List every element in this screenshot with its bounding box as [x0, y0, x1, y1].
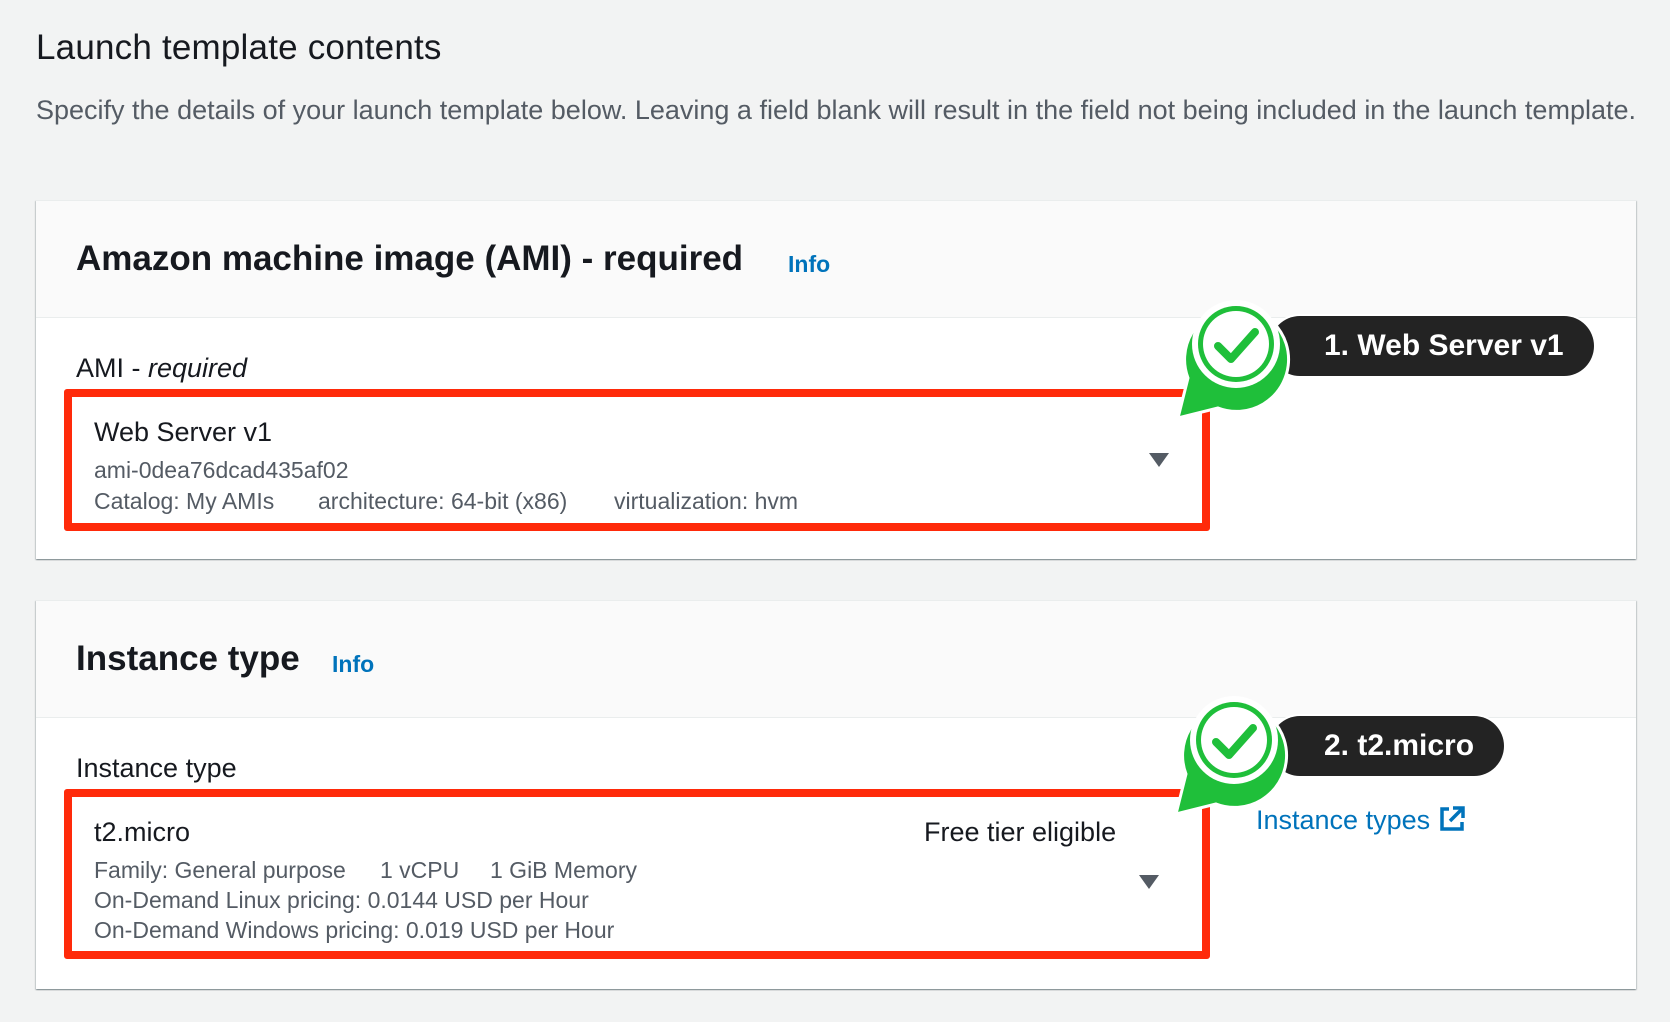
- linux-pricing: On-Demand Linux pricing: 0.0144 USD per …: [94, 887, 589, 913]
- external-link-icon: [1440, 806, 1465, 831]
- page-description: Specify the details of your launch templ…: [36, 95, 1636, 125]
- caret-down-icon: [1149, 453, 1169, 467]
- instance-field-label: Instance type: [76, 753, 237, 783]
- instance-type-panel: Instance type Info Instance type t2.micr…: [36, 600, 1636, 989]
- ami-panel-title: Amazon machine image (AMI) - required: [76, 239, 744, 278]
- ami-select[interactable]: Web Server v1 ami-0dea76dcad435af02 Cata…: [64, 389, 1210, 531]
- ami-panel-header: Amazon machine image (AMI) - required In…: [36, 201, 1636, 318]
- ami-label-text: AMI -: [76, 353, 148, 383]
- instance-type-select[interactable]: t2.micro Free tier eligible Family: Gene…: [64, 789, 1210, 959]
- free-tier-badge: Free tier eligible: [924, 817, 1117, 847]
- instance-memory: 1 GiB Memory: [490, 857, 637, 883]
- caret-down-icon: [1139, 875, 1159, 889]
- ami-selected-architecture: architecture: 64-bit (x86): [318, 488, 568, 514]
- ami-info-link[interactable]: Info: [788, 251, 830, 278]
- ami-field-label: AMI - required: [76, 353, 247, 384]
- instance-info-link[interactable]: Info: [332, 651, 374, 678]
- ami-selected-id: ami-0dea76dcad435af02: [94, 457, 349, 483]
- instance-vcpu: 1 vCPU: [380, 857, 460, 883]
- ami-selected-name: Web Server v1: [94, 417, 273, 447]
- ami-selected-catalog: Catalog: My AMIs: [94, 488, 275, 514]
- windows-pricing: On-Demand Windows pricing: 0.019 USD per…: [94, 917, 615, 943]
- instance-selected-name: t2.micro: [94, 817, 191, 847]
- ami-selected-virtualization: virtualization: hvm: [614, 488, 799, 514]
- check-icon: [1175, 300, 1291, 421]
- instance-family: Family: General purpose: [94, 857, 346, 883]
- callout-ami: 1. Web Server v1: [1270, 316, 1594, 376]
- instance-panel-header: Instance type Info: [36, 601, 1636, 718]
- page-title: Launch template contents: [36, 28, 442, 67]
- ami-panel: Amazon machine image (AMI) - required In…: [36, 200, 1636, 559]
- instance-panel-title: Instance type: [76, 639, 300, 678]
- check-icon: [1173, 696, 1289, 817]
- ami-label-required: required: [148, 353, 248, 383]
